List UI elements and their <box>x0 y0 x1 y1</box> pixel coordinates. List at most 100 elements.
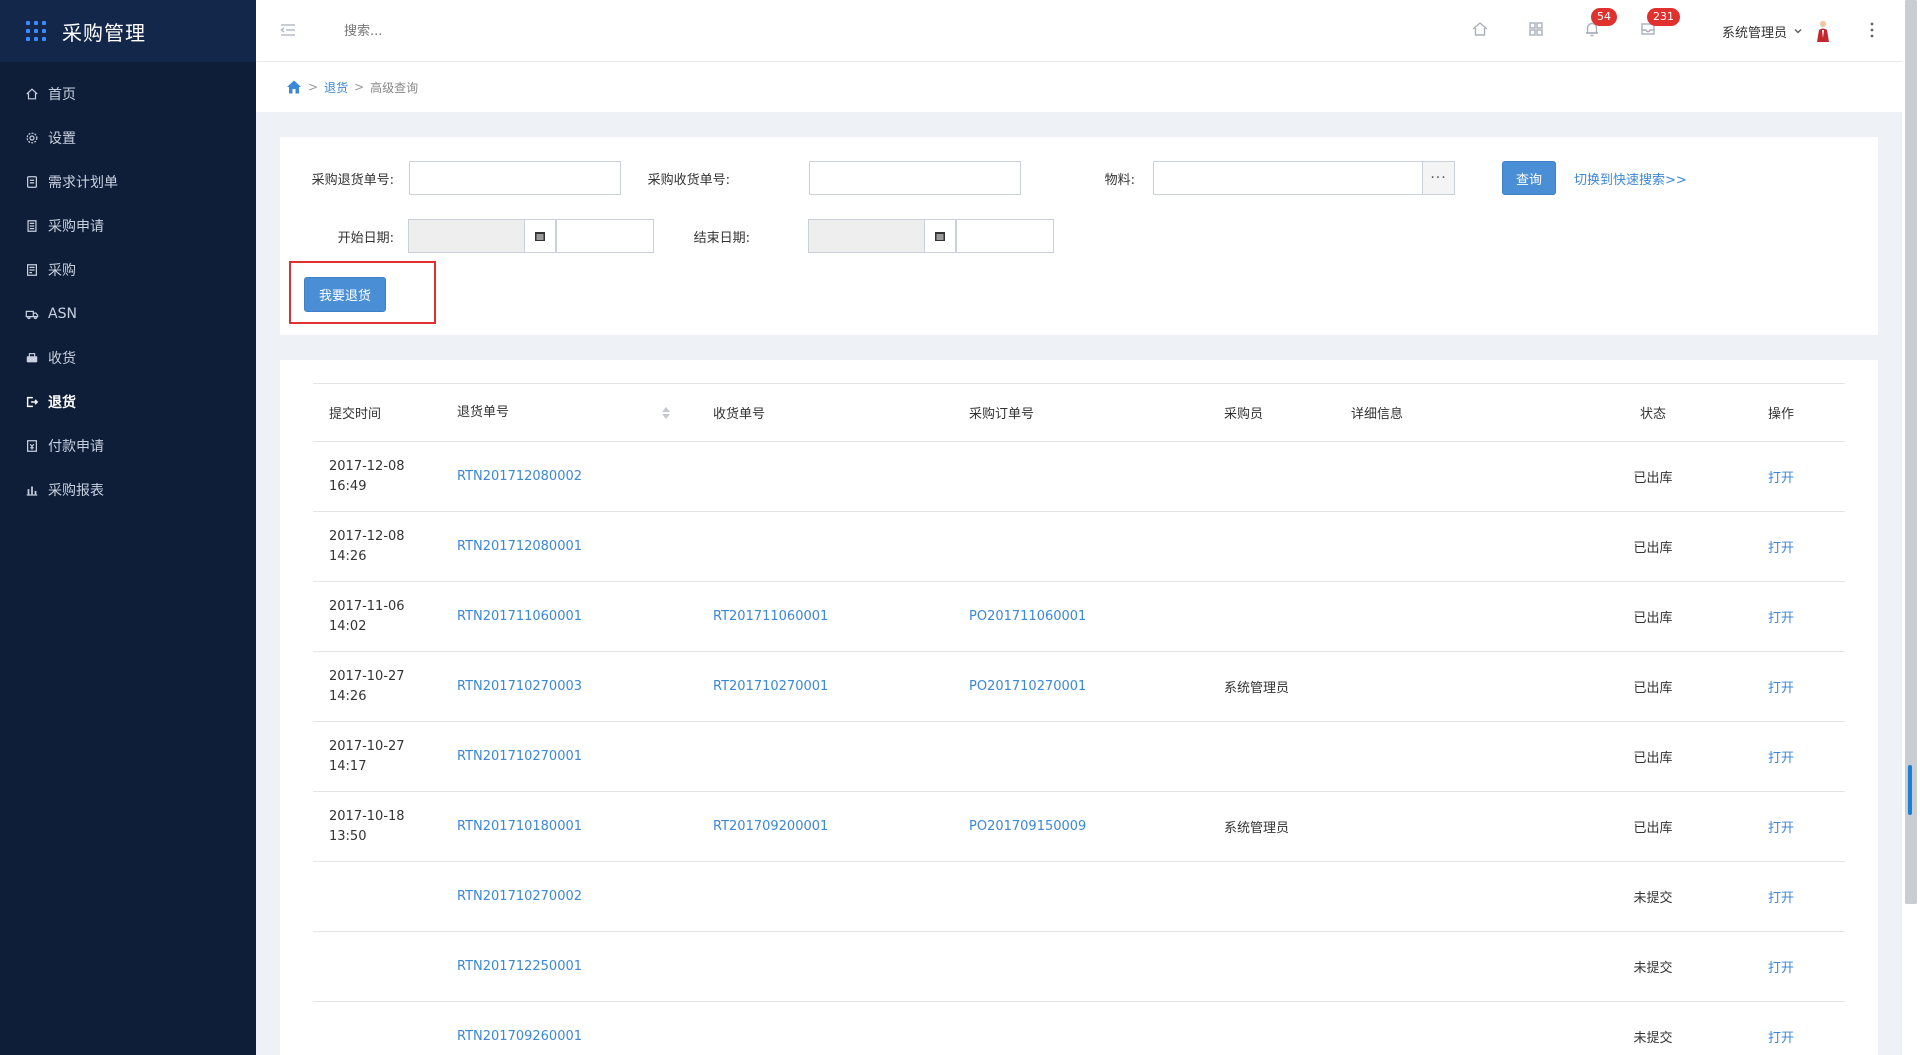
return-no-link[interactable]: RTN201710270002 <box>457 889 582 904</box>
end-time-input[interactable] <box>956 219 1054 253</box>
po-no-link[interactable]: PO201709150009 <box>969 819 1086 834</box>
message-icon[interactable]: 231 <box>1638 8 1680 39</box>
page-scrollbar[interactable] <box>1902 0 1920 1055</box>
open-link[interactable]: 打开 <box>1768 541 1794 556</box>
material-picker-button[interactable]: ··· <box>1422 161 1455 195</box>
receipt-no-input[interactable] <box>809 161 1021 195</box>
column-header-receipt-no[interactable]: 收货单号 <box>697 383 953 442</box>
detail-cell <box>1335 791 1589 862</box>
status-cell: 已出库 <box>1589 791 1717 862</box>
column-header-po-no[interactable]: 采购订单号 <box>953 383 1208 442</box>
end-date-input[interactable] <box>808 219 925 253</box>
brand[interactable]: 采购管理 <box>0 0 256 62</box>
open-link[interactable]: 打开 <box>1768 891 1794 906</box>
return-no-link[interactable]: RTN201711060001 <box>457 609 582 624</box>
sidebar-item-label: 收货 <box>48 351 76 367</box>
open-link[interactable]: 打开 <box>1768 961 1794 976</box>
results-panel: 提交时间 退货单号 收货单号 采购订单号 采购员 详细信息 状态 操作 2017… <box>280 360 1878 1055</box>
breadcrumb-return-link[interactable]: 退货 <box>324 79 348 96</box>
table-header-row: 提交时间 退货单号 收货单号 采购订单号 采购员 详细信息 状态 操作 <box>313 383 1845 442</box>
search-input[interactable] <box>344 18 604 44</box>
sidebar-item-purchase-report[interactable]: 采购报表 <box>0 468 256 512</box>
calendar-icon[interactable] <box>924 219 956 253</box>
return-no-link[interactable]: RTN201712080002 <box>457 469 582 484</box>
search-panel: 采购退货单号: 采购收货单号: 物料: ··· 查询 切换到快速搜索>> 开始日… <box>280 137 1878 335</box>
grid-apps-icon[interactable] <box>1526 19 1546 39</box>
sidebar-item-home[interactable]: 首页 <box>0 72 256 116</box>
breadcrumb-separator: > <box>354 80 365 94</box>
sidebar-item-purchase-request[interactable]: 采购申请 <box>0 204 256 248</box>
sidebar-item-label: ASN <box>48 306 77 322</box>
switch-quick-search-link[interactable]: 切换到快速搜索>> <box>1574 169 1687 188</box>
column-header-detail[interactable]: 详细信息 <box>1335 383 1589 442</box>
sidebar-item-receiving[interactable]: 收货 <box>0 336 256 380</box>
column-header-submit-time[interactable]: 提交时间 <box>313 383 441 442</box>
return-no-link[interactable]: RTN201709260001 <box>457 1029 582 1044</box>
return-no-link[interactable]: RTN201710270001 <box>457 749 582 764</box>
sidebar-item-asn[interactable]: ASN <box>0 292 256 336</box>
column-header-buyer[interactable]: 采购员 <box>1208 383 1335 442</box>
sidebar-item-settings[interactable]: 设置 <box>0 116 256 160</box>
detail-cell <box>1335 931 1589 1002</box>
clipboard-icon <box>24 174 40 190</box>
open-link[interactable]: 打开 <box>1768 611 1794 626</box>
sidebar-item-label: 退货 <box>48 395 76 411</box>
column-header-action[interactable]: 操作 <box>1717 383 1845 442</box>
breadcrumb-current: 高级查询 <box>370 80 419 95</box>
buyer-cell <box>1208 1001 1335 1055</box>
topbar: 54 231 系统管理员 <box>256 0 1902 62</box>
calendar-icon[interactable] <box>524 219 556 253</box>
menu-toggle-icon[interactable] <box>278 20 298 40</box>
detail-cell <box>1335 721 1589 792</box>
sidebar-item-demand-plan[interactable]: 需求计划单 <box>0 160 256 204</box>
open-link[interactable]: 打开 <box>1768 751 1794 766</box>
po-no-link[interactable]: PO201711060001 <box>969 609 1086 624</box>
status-cell: 已出库 <box>1589 651 1717 722</box>
sidebar-item-purchase[interactable]: 采购 <box>0 248 256 292</box>
receipt-no-link[interactable]: RT201711060001 <box>713 609 828 624</box>
return-no-link[interactable]: RTN201710270003 <box>457 679 582 694</box>
detail-cell <box>1335 441 1589 512</box>
breadcrumb-separator: > <box>308 80 319 94</box>
more-vertical-icon[interactable] <box>1862 18 1882 42</box>
buyer-cell <box>1208 441 1335 512</box>
sidebar: 采购管理 首页 设置 需求计划单 采购申请 采购 ASN 收货 退货 付款申请 … <box>0 0 256 1055</box>
user-menu[interactable]: 系统管理员 <box>1722 18 1831 44</box>
home-icon[interactable] <box>1470 19 1490 39</box>
open-link[interactable]: 打开 <box>1768 1031 1794 1046</box>
open-link[interactable]: 打开 <box>1768 471 1794 486</box>
list-icon <box>24 262 40 278</box>
return-no-link[interactable]: RTN201712080001 <box>457 539 582 554</box>
sort-icon[interactable] <box>661 405 671 425</box>
chevron-down-icon <box>1793 26 1803 36</box>
status-cell: 已出库 <box>1589 581 1717 652</box>
submit-time-cell: 2017-10-27 14:17 <box>313 721 441 792</box>
receipt-no-link[interactable]: RT201710270001 <box>713 679 828 694</box>
return-no-link[interactable]: RTN201710180001 <box>457 819 582 834</box>
material-input[interactable] <box>1153 161 1423 195</box>
table-row: 2017-11-06 14:02 RTN201711060001 RT201711… <box>313 581 1845 652</box>
open-link[interactable]: 打开 <box>1768 681 1794 696</box>
submit-date: 2017-10-18 <box>329 808 405 824</box>
home-icon[interactable] <box>286 79 302 95</box>
open-link[interactable]: 打开 <box>1768 821 1794 836</box>
sidebar-item-label: 需求计划单 <box>48 175 118 191</box>
receipt-no-link[interactable]: RT201709200001 <box>713 819 828 834</box>
column-header-return-no[interactable]: 退货单号 <box>441 383 697 442</box>
query-button[interactable]: 查询 <box>1502 161 1556 195</box>
return-no-input[interactable] <box>409 161 621 195</box>
column-header-status[interactable]: 状态 <box>1589 383 1717 442</box>
sidebar-item-payment-request[interactable]: 付款申请 <box>0 424 256 468</box>
document-icon <box>24 218 40 234</box>
return-no-label: 采购退货单号: <box>311 173 394 188</box>
start-date-input[interactable] <box>408 219 525 253</box>
create-return-button[interactable]: 我要退货 <box>304 277 386 312</box>
submit-clock: 13:50 <box>329 828 367 844</box>
po-no-link[interactable]: PO201710270001 <box>969 679 1086 694</box>
submit-date: 2017-12-08 <box>329 528 405 544</box>
return-no-link[interactable]: RTN201712250001 <box>457 959 582 974</box>
table-row: 2017-12-08 16:49 RTN201712080002 已出库 打开 <box>313 441 1845 512</box>
sidebar-item-return[interactable]: 退货 <box>0 380 256 424</box>
submit-clock: 14:26 <box>329 548 367 564</box>
bell-icon[interactable]: 54 <box>1582 8 1617 39</box>
